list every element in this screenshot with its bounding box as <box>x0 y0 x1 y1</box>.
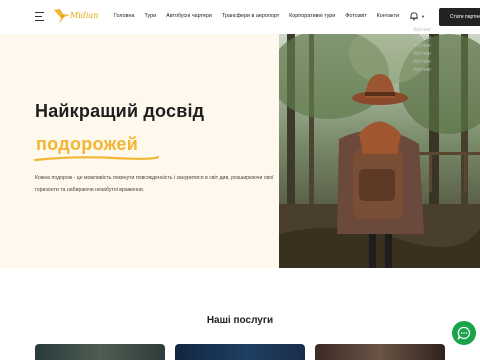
logo[interactable]: Midian <box>52 7 98 27</box>
site-header: Midian Головна Тури Автобусні чартери Тр… <box>0 0 480 34</box>
nav-photo-report[interactable]: Фотозвіт <box>345 13 366 19</box>
menu-icon[interactable] <box>35 12 44 21</box>
chat-icon <box>457 326 471 340</box>
logo-text: Midian <box>70 11 99 20</box>
hero-photo <box>279 34 480 268</box>
ghost-menu-item: Хостинг <box>413 59 432 65</box>
service-card[interactable] <box>35 344 165 360</box>
nav-contacts[interactable]: Контакти <box>377 13 399 19</box>
hero-accent-word: подорожей <box>36 134 139 154</box>
ghost-menu-item: Хостинг <box>413 67 432 73</box>
nav-corporate-tours[interactable]: Корпоративні тури <box>289 13 335 19</box>
nav-bus-charters[interactable]: Автобусні чартери <box>166 13 212 19</box>
services-title: Наші послуги <box>206 315 274 326</box>
bell-icon[interactable] <box>409 11 419 21</box>
ghost-menu-item: Хостинг <box>413 35 432 41</box>
hero-title: Найкращий досвід <box>35 101 205 121</box>
brush-underline <box>34 155 159 162</box>
logo-bird-icon <box>54 9 70 24</box>
nav-home[interactable]: Головна <box>114 13 134 19</box>
chevron-down-icon[interactable]: ▼ <box>421 14 425 19</box>
ghost-dropdown-menu: Хостинг Хостинг Хостинг Хостинг Хостинг … <box>413 26 431 74</box>
nav-airport-transfers[interactable]: Трансфери в аеропорт <box>222 13 279 19</box>
hero-description: Кожна подорож - це можливість покинути п… <box>35 175 274 193</box>
service-card[interactable] <box>315 344 445 360</box>
nav-tours[interactable]: Тури <box>144 13 156 19</box>
main-nav: Головна Тури Автобусні чартери Трансфери… <box>114 13 409 19</box>
become-partner-button[interactable]: Стати партнером <box>439 8 480 26</box>
service-card[interactable] <box>175 344 305 360</box>
ghost-menu-item: Хостинг <box>413 27 432 33</box>
chat-button[interactable] <box>452 321 476 345</box>
ghost-menu-item: Хостинг <box>413 51 432 57</box>
ghost-menu-item: Хостинг <box>413 43 432 49</box>
